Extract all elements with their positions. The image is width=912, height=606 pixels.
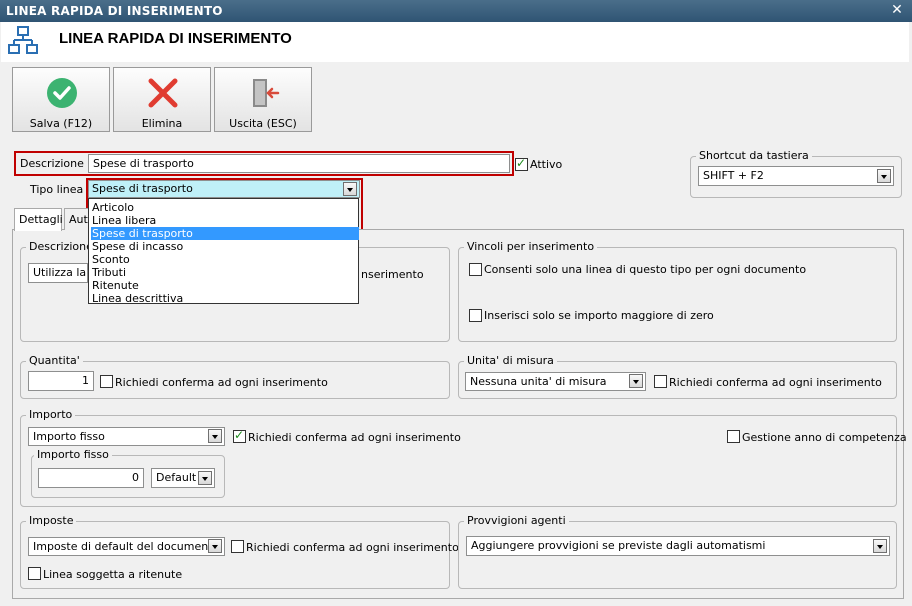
chevron-down-icon[interactable] — [198, 471, 212, 485]
unit-value: Nessuna unita' di misura — [470, 375, 607, 388]
type-option-selected[interactable]: Spese di trasporto — [91, 227, 359, 240]
close-icon[interactable]: ✕ — [890, 3, 904, 17]
taxes-legend: Imposte — [26, 514, 77, 527]
type-option[interactable]: Linea libera — [91, 214, 359, 227]
delete-x-icon — [148, 78, 178, 108]
delete-button[interactable]: Elimina — [113, 67, 211, 132]
type-label: Tipo linea : — [30, 183, 91, 196]
unit-select[interactable]: Nessuna unita' di misura — [465, 372, 646, 391]
shortcut-legend: Shortcut da tastiera — [696, 149, 812, 162]
commissions-value: Aggiungere provvigioni se previste dagli… — [471, 539, 766, 552]
active-label: Attivo — [530, 158, 563, 171]
chevron-down-icon[interactable] — [343, 182, 357, 196]
exit-button[interactable]: Uscita (ESC) — [214, 67, 312, 132]
fixed-amount-legend: Importo fisso — [34, 448, 112, 461]
currency-select[interactable]: Default — [151, 468, 215, 488]
amount-mode-select[interactable]: Importo fisso — [28, 427, 225, 446]
withholding-label: Linea soggetta a ritenute — [43, 568, 183, 581]
quantity-legend: Quantita' — [26, 354, 83, 367]
only-if-positive-label: Inserisci solo se importo maggiore di ze… — [484, 309, 714, 322]
chevron-down-icon[interactable] — [208, 539, 222, 553]
description-input[interactable]: Spese di trasporto — [88, 154, 510, 173]
save-label: Salva (F12) — [29, 117, 93, 130]
tab-dettagli-label: Dettagli — [19, 213, 63, 226]
type-select[interactable]: Spese di trasporto — [88, 180, 360, 198]
chevron-down-icon[interactable] — [208, 429, 222, 443]
check-circle-icon — [47, 78, 77, 108]
save-button[interactable]: Salva (F12) — [12, 67, 110, 132]
description-group-legend: Descrizione — [26, 240, 96, 253]
one-per-document-label: Consenti solo una linea di questo tipo p… — [484, 263, 807, 276]
quantity-confirm-checkbox[interactable] — [100, 375, 113, 388]
exit-door-icon — [253, 79, 280, 107]
amount-legend: Importo — [26, 408, 76, 421]
active-checkbox[interactable] — [515, 156, 528, 171]
type-option[interactable]: Ritenute — [91, 279, 359, 292]
competence-label: Gestione anno di competenza — [742, 431, 907, 444]
type-option[interactable]: Spese di incasso — [91, 240, 359, 253]
chevron-down-icon[interactable] — [877, 169, 891, 183]
description-mode-value: Utilizza la d — [33, 266, 87, 279]
taxes-confirm-label: Richiedi conferma ad ogni inserimento — [246, 541, 459, 554]
exit-label: Uscita (ESC) — [229, 117, 297, 130]
taxes-confirm-checkbox[interactable] — [231, 540, 244, 553]
unit-confirm-checkbox[interactable] — [654, 375, 667, 388]
description-label: Descrizione : — [20, 157, 92, 170]
type-option[interactable]: Linea descrittiva — [91, 292, 359, 305]
amount-mode-value: Importo fisso — [33, 430, 105, 443]
description-confirm-label: nserimento — [361, 268, 424, 281]
amount-confirm-checkbox[interactable] — [233, 428, 246, 443]
one-per-document-checkbox[interactable] — [469, 263, 482, 276]
window-titlebar: LINEA RAPIDA DI INSERIMENTO — [0, 0, 912, 22]
tab-automatismi-label: Aut — [69, 213, 88, 226]
unit-legend: Unita' di misura — [464, 354, 557, 367]
chevron-down-icon[interactable] — [873, 539, 887, 553]
type-dropdown-list: Articolo Linea libera Spese di trasporto… — [88, 198, 359, 305]
shortcut-value: SHIFT + F2 — [703, 169, 764, 182]
constraints-group — [458, 247, 897, 342]
taxes-value: Imposte di default del documento — [33, 540, 220, 553]
commissions-legend: Provvigioni agenti — [464, 514, 569, 527]
header: LINEA RAPIDA DI INSERIMENTO — [1, 22, 909, 62]
taxes-select[interactable]: Imposte di default del documento — [28, 537, 225, 556]
tab-dettagli[interactable]: Dettagli — [14, 208, 63, 231]
chevron-down-icon[interactable] — [629, 374, 643, 388]
shortcut-select[interactable]: SHIFT + F2 — [698, 166, 894, 186]
window-title: LINEA RAPIDA DI INSERIMENTO — [6, 4, 223, 18]
delete-label: Elimina — [141, 117, 183, 130]
sitemap-icon — [8, 26, 38, 54]
withholding-checkbox[interactable] — [28, 567, 41, 580]
page-title: LINEA RAPIDA DI INSERIMENTO — [59, 30, 292, 47]
type-option[interactable]: Articolo — [91, 201, 359, 214]
description-mode-select[interactable]: Utilizza la d — [28, 263, 88, 283]
currency-value: Default — [156, 471, 197, 484]
fixed-amount-input[interactable]: 0 — [38, 468, 144, 488]
type-select-value: Spese di trasporto — [92, 182, 193, 195]
constraints-legend: Vincoli per inserimento — [464, 240, 598, 253]
type-option[interactable]: Tributi — [91, 266, 359, 279]
competence-checkbox[interactable] — [727, 430, 740, 443]
only-if-positive-checkbox[interactable] — [469, 309, 482, 322]
quantity-input[interactable]: 1 — [28, 371, 94, 391]
commissions-select[interactable]: Aggiungere provvigioni se previste dagli… — [466, 536, 890, 556]
amount-confirm-label: Richiedi conferma ad ogni inserimento — [248, 431, 461, 444]
type-option[interactable]: Sconto — [91, 253, 359, 266]
unit-confirm-label: Richiedi conferma ad ogni inserimento — [669, 376, 882, 389]
quantity-confirm-label: Richiedi conferma ad ogni inserimento — [115, 376, 328, 389]
